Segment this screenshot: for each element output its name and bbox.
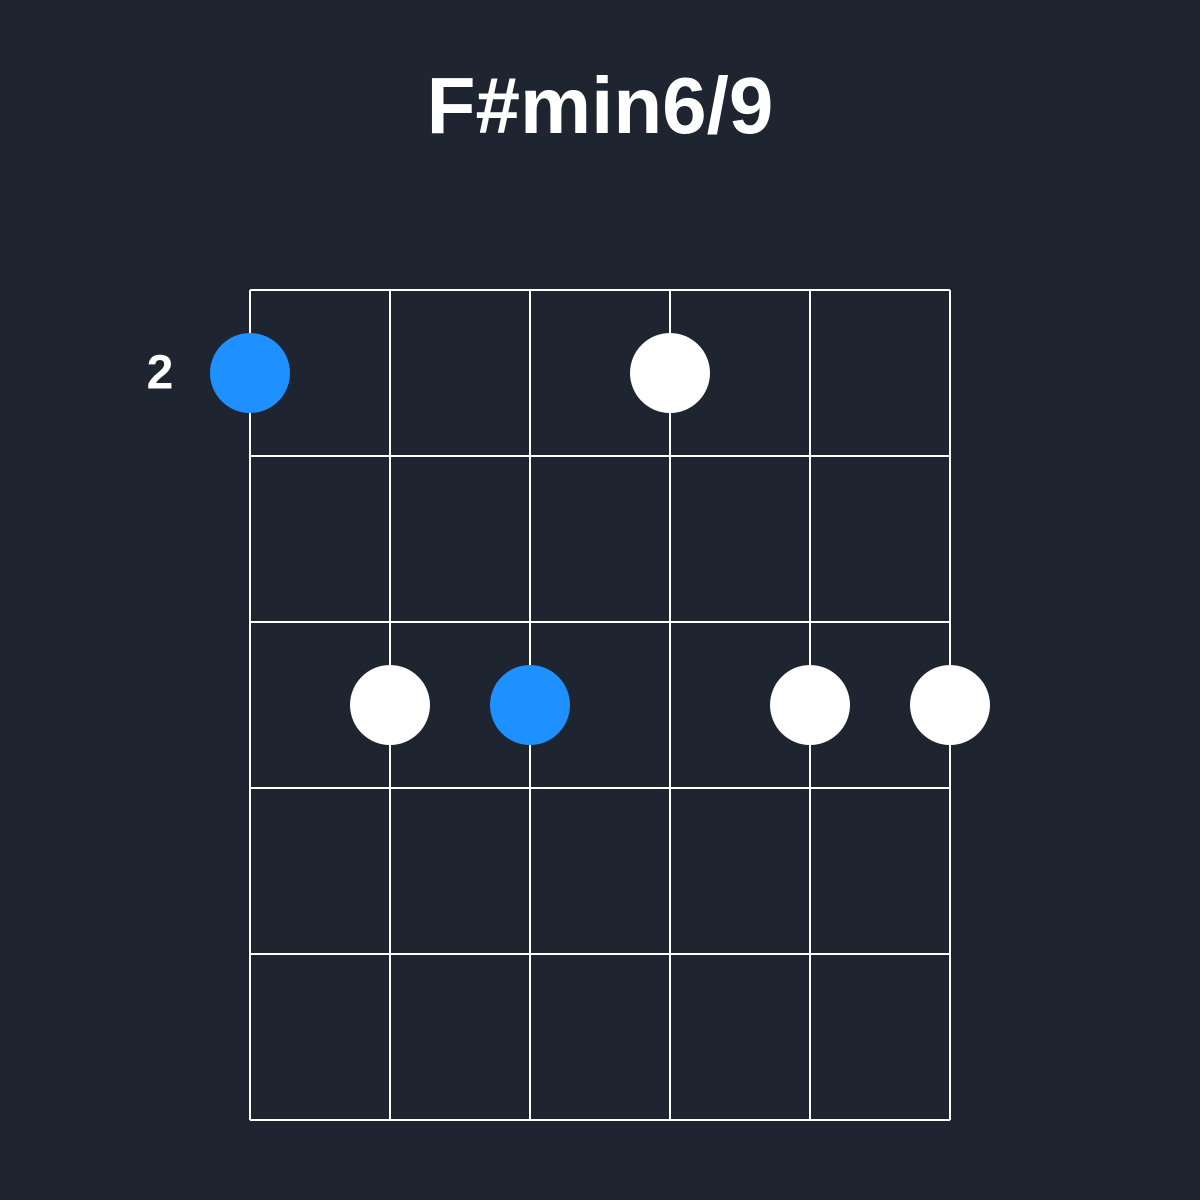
note-dot [630, 333, 710, 413]
note-dot [350, 665, 430, 745]
note-dot [770, 665, 850, 745]
chord-diagram: F#min6/9 2 [0, 0, 1200, 1200]
note-dot-root [210, 333, 290, 413]
start-fret-label: 2 [147, 346, 174, 401]
note-dot-root [490, 665, 570, 745]
fretboard-svg [0, 0, 1200, 1200]
note-dot [910, 665, 990, 745]
